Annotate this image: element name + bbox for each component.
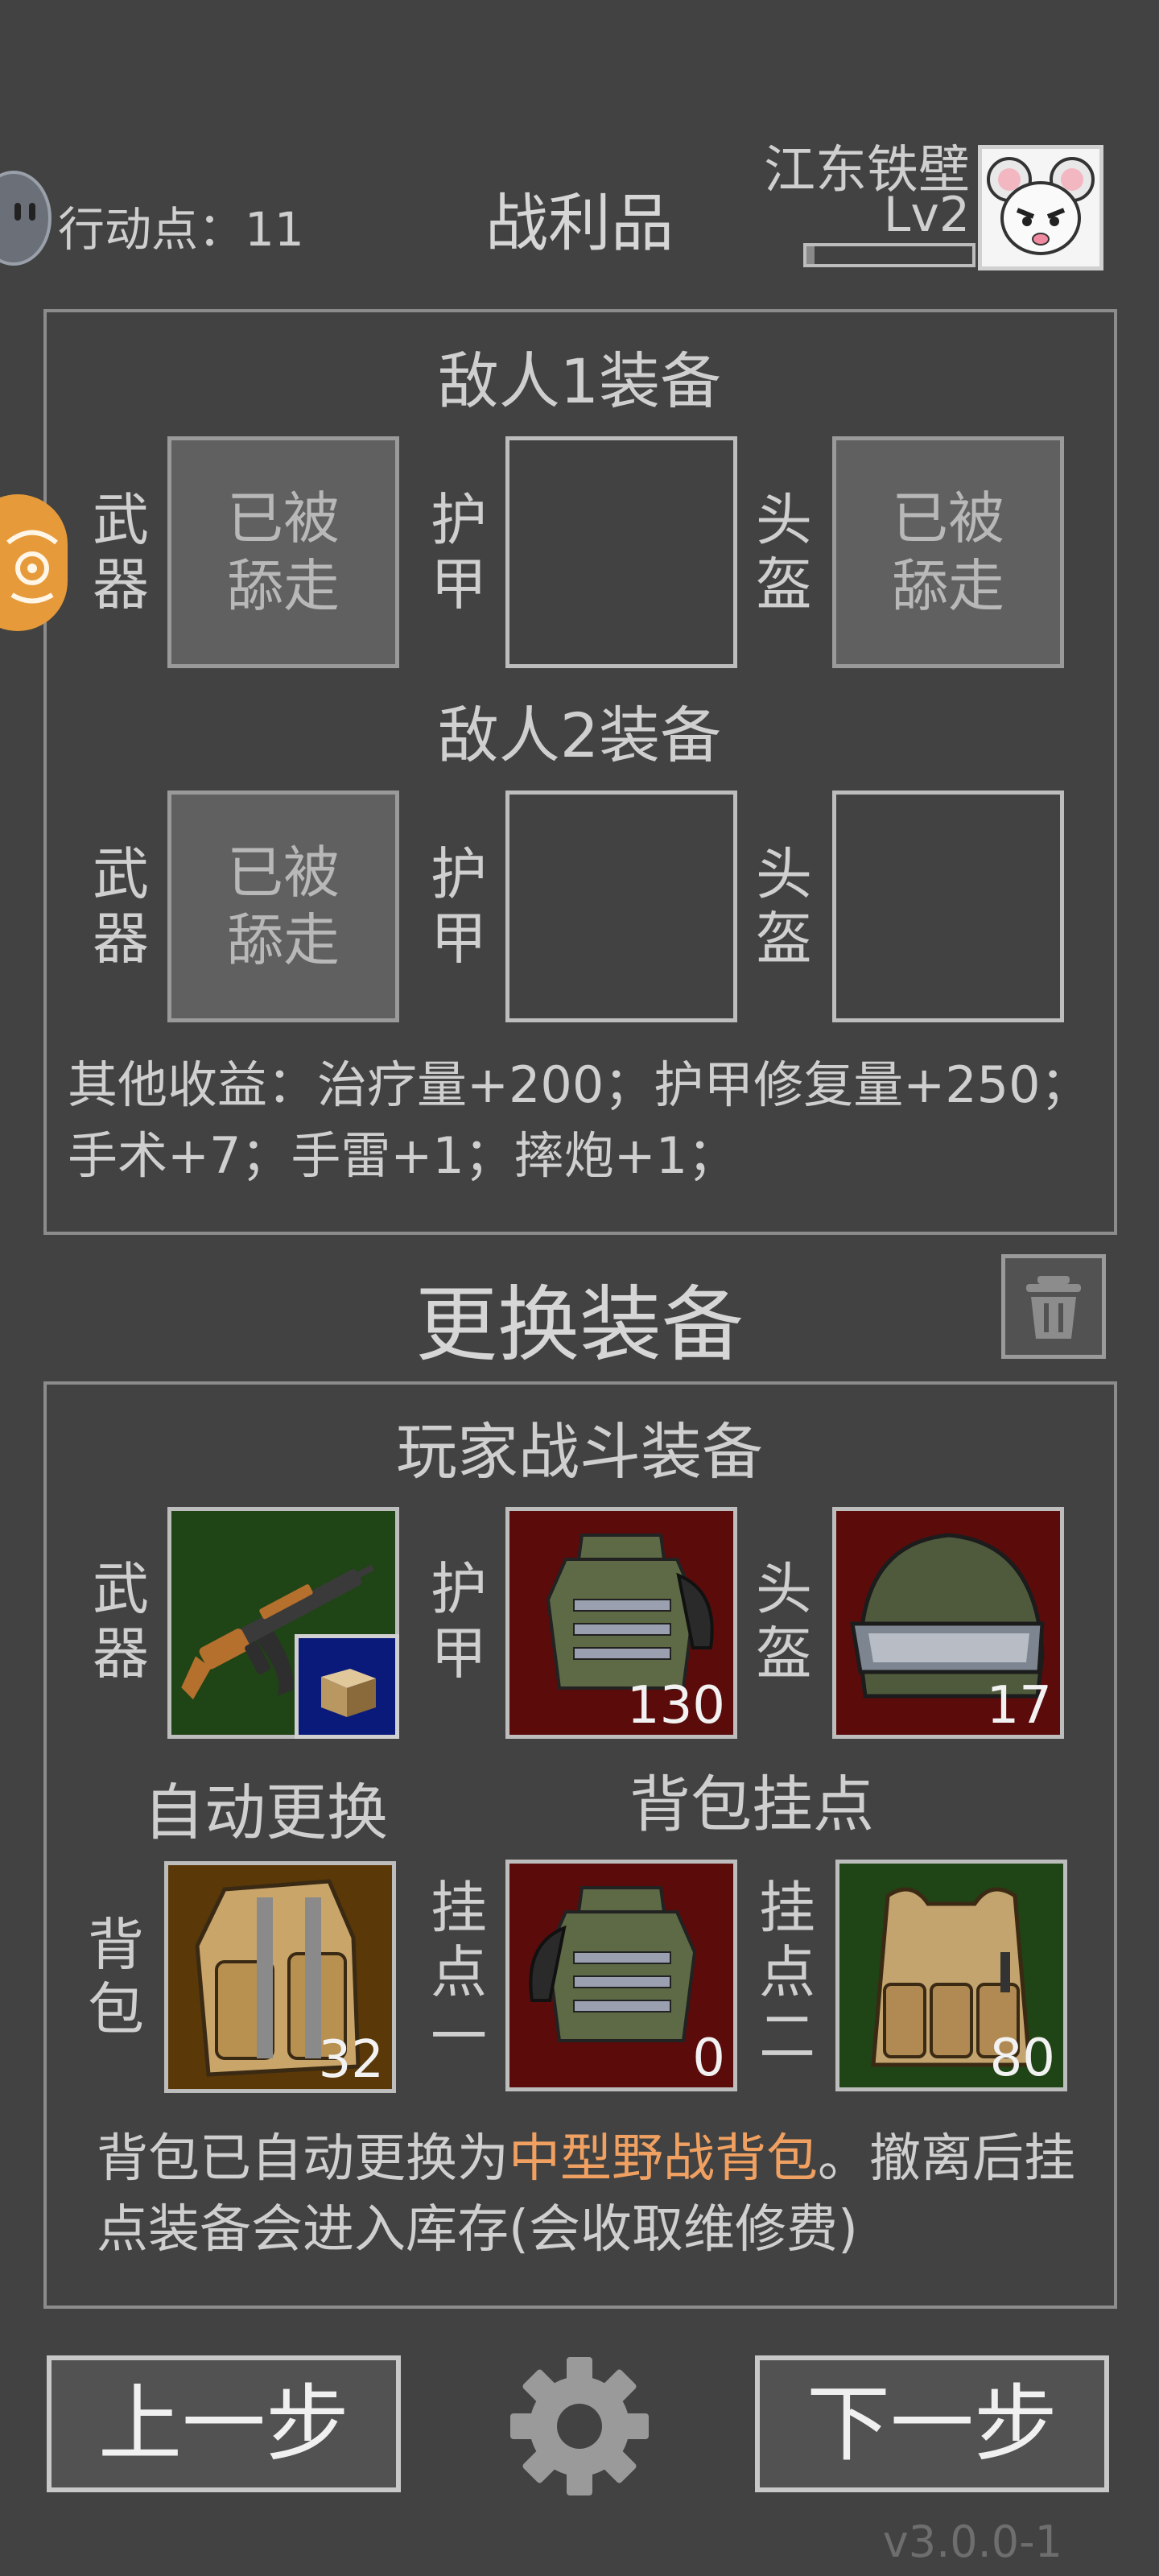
enemy2-weapon-slot[interactable]: 已被 舔走 — [167, 791, 399, 1022]
enemy1-armor-slot[interactable] — [505, 436, 737, 668]
trash-icon — [1026, 1276, 1081, 1339]
player-helmet-label: 头 盔 — [756, 1556, 812, 1686]
mouse-avatar-icon — [987, 157, 1095, 255]
settings-button[interactable] — [507, 2354, 652, 2499]
next-step-button[interactable]: 下一步 — [755, 2355, 1109, 2492]
backpack-name-highlight: 中型野战背包 — [509, 2129, 818, 2189]
page-title: 战利品 — [485, 188, 674, 260]
enemy1-title: 敌人1装备 — [437, 345, 722, 417]
player-weapon-label: 武 器 — [93, 1556, 149, 1686]
player-weapon-slot[interactable] — [167, 1507, 399, 1739]
player-armor-label: 护 甲 — [431, 1556, 487, 1686]
taken-text: 已被 舔走 — [892, 485, 1004, 619]
enemy1-helmet-label: 头 盔 — [756, 487, 812, 617]
mount1-label: 挂 点 一 — [431, 1875, 487, 2070]
player-helmet-slot[interactable]: 17 — [832, 1507, 1064, 1739]
note-prefix: 背包已自动更换为 — [97, 2129, 509, 2189]
backpack-durability: 32 — [318, 2030, 384, 2090]
mount2-slot[interactable]: 80 — [835, 1860, 1067, 2091]
backpack-slot[interactable]: 32 — [164, 1861, 396, 2093]
player-avatar[interactable] — [978, 145, 1103, 270]
mount1-slot[interactable]: 0 — [505, 1860, 737, 2091]
backpack-mounts-label: 背包挂点 — [629, 1769, 874, 1840]
ammo-box-icon — [321, 1669, 376, 1717]
enemy2-helmet-slot[interactable] — [832, 791, 1064, 1022]
mount2-label: 挂 点 二 — [759, 1875, 815, 2070]
action-points-value: 11 — [245, 202, 304, 257]
face-icon-eye — [29, 203, 35, 221]
auto-replace-note: 背包已自动更换为中型野战背包。撤离后挂点装备会进入库存(会收取维修费) — [97, 2124, 1119, 2265]
enemy1-helmet-slot[interactable]: 已被 舔走 — [832, 436, 1064, 668]
side-float-button[interactable] — [0, 494, 68, 631]
enemy2-weapon-label: 武 器 — [93, 841, 149, 972]
action-points: 行动点：11 — [58, 192, 304, 259]
menu-avatar-button[interactable] — [0, 171, 52, 266]
taken-text: 已被 舔走 — [227, 485, 340, 619]
action-points-label: 行动点： — [58, 202, 245, 257]
helmet-durability: 17 — [986, 1676, 1052, 1736]
enemy1-weapon-slot[interactable]: 已被 舔走 — [167, 436, 399, 668]
enemy2-armor-label: 护 甲 — [431, 841, 487, 972]
face-icon — [14, 203, 21, 221]
enemy2-helmet-label: 头 盔 — [756, 841, 812, 972]
player-equipment-title: 玩家战斗装备 — [396, 1416, 763, 1488]
xp-bar — [803, 243, 975, 267]
armor-durability: 130 — [626, 1676, 725, 1736]
prev-step-button[interactable]: 上一步 — [47, 2355, 401, 2492]
other-gains-text: 其他收益：治疗量+200；护甲修复量+250；手术+7；手雷+1；摔炮+1； — [68, 1055, 1091, 1185]
swirl-icon — [6, 530, 58, 604]
xp-bar-fill — [806, 246, 815, 264]
enemy2-title: 敌人2装备 — [437, 700, 722, 771]
gear-icon — [510, 2357, 649, 2496]
enemy1-weapon-label: 武 器 — [93, 487, 149, 617]
player-armor-slot[interactable]: 130 — [505, 1507, 737, 1739]
enemy2-armor-slot[interactable] — [505, 791, 737, 1022]
ammo-box-badge — [295, 1634, 399, 1739]
taken-text: 已被 舔走 — [227, 840, 340, 973]
enemy1-armor-label: 护 甲 — [431, 487, 487, 617]
trash-button[interactable] — [1001, 1254, 1106, 1359]
version-label: v3.0.0-1 — [882, 2516, 1062, 2567]
auto-replace-label: 自动更换 — [143, 1777, 388, 1848]
change-equipment-title: 更换装备 — [415, 1278, 744, 1373]
mount2-durability: 80 — [989, 2029, 1055, 2088]
mount1-durability: 0 — [692, 2029, 725, 2088]
player-level: Lv2 — [883, 187, 970, 243]
backpack-label: 背 包 — [88, 1912, 144, 2042]
